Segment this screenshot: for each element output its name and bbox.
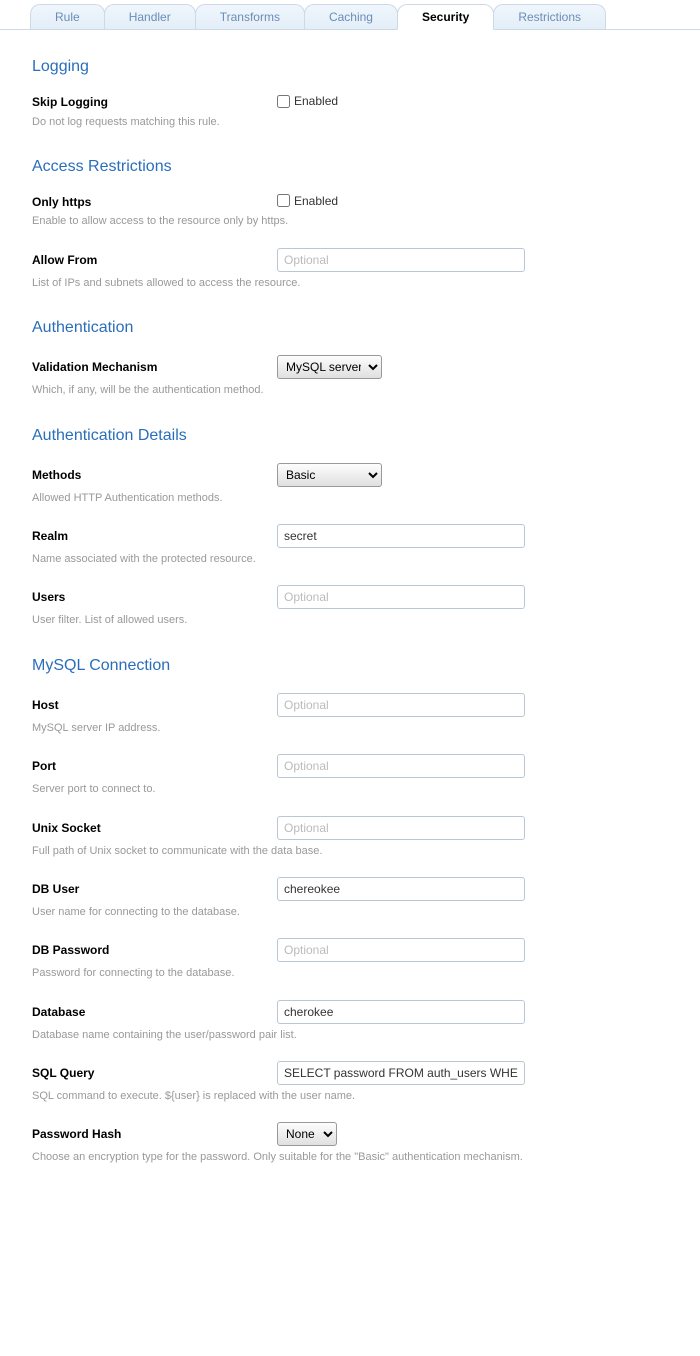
validation-desc: Which, if any, will be the authenticatio… [32,383,668,398]
password-hash-select[interactable]: None [277,1122,337,1146]
section-authentication-title: Authentication [32,319,668,337]
sql-query-label: SQL Query [32,1066,277,1080]
methods-label: Methods [32,468,277,482]
db-user-label: DB User [32,882,277,896]
db-user-input[interactable] [277,877,525,901]
section-auth-details-title: Authentication Details [32,427,668,445]
unix-socket-desc: Full path of Unix socket to communicate … [32,844,668,859]
port-label: Port [32,759,277,773]
section-access-restrictions-title: Access Restrictions [32,158,668,176]
tab-handler[interactable]: Handler [104,4,196,29]
methods-select[interactable]: Basic [277,463,382,487]
allow-from-label: Allow From [32,253,277,267]
host-desc: MySQL server IP address. [32,721,668,736]
port-input[interactable] [277,754,525,778]
realm-label: Realm [32,529,277,543]
allow-from-desc: List of IPs and subnets allowed to acces… [32,276,668,291]
host-input[interactable] [277,693,525,717]
only-https-label: Only https [32,195,277,209]
section-mysql-connection-title: MySQL Connection [32,657,668,675]
unix-socket-input[interactable] [277,816,525,840]
tab-restrictions[interactable]: Restrictions [493,4,606,29]
realm-input[interactable] [277,524,525,548]
users-label: Users [32,590,277,604]
db-user-desc: User name for connecting to the database… [32,905,668,920]
tab-rule[interactable]: Rule [30,4,105,29]
section-logging-title: Logging [32,58,668,76]
database-desc: Database name containing the user/passwo… [32,1028,668,1043]
tab-caching[interactable]: Caching [304,4,398,29]
content-panel: Logging Skip Logging Enabled Do not log … [0,30,700,1224]
sql-query-input[interactable] [277,1061,525,1085]
db-password-label: DB Password [32,943,277,957]
database-input[interactable] [277,1000,525,1024]
password-hash-desc: Choose an encryption type for the passwo… [32,1150,668,1165]
db-password-input[interactable] [277,938,525,962]
skip-logging-label: Skip Logging [32,95,277,109]
allow-from-input[interactable] [277,248,525,272]
skip-logging-checkbox[interactable] [277,95,290,108]
methods-desc: Allowed HTTP Authentication methods. [32,491,668,506]
only-https-checkbox-wrap[interactable]: Enabled [277,194,338,208]
validation-label: Validation Mechanism [32,360,277,374]
sql-query-desc: SQL command to execute. ${user} is repla… [32,1089,668,1104]
skip-logging-checkbox-wrap[interactable]: Enabled [277,94,338,108]
port-desc: Server port to connect to. [32,782,668,797]
unix-socket-label: Unix Socket [32,821,277,835]
database-label: Database [32,1005,277,1019]
skip-logging-desc: Do not log requests matching this rule. [32,115,668,130]
host-label: Host [32,698,277,712]
realm-desc: Name associated with the protected resou… [32,552,668,567]
validation-select[interactable]: MySQL server [277,355,382,379]
users-desc: User filter. List of allowed users. [32,613,668,628]
only-https-desc: Enable to allow access to the resource o… [32,214,668,229]
users-input[interactable] [277,585,525,609]
tab-bar: Rule Handler Transforms Caching Security… [0,0,700,30]
skip-logging-enabled-label: Enabled [294,94,338,108]
only-https-checkbox[interactable] [277,194,290,207]
db-password-desc: Password for connecting to the database. [32,966,668,981]
password-hash-label: Password Hash [32,1127,277,1141]
tab-transforms[interactable]: Transforms [195,4,305,29]
tab-security[interactable]: Security [397,4,494,30]
only-https-enabled-label: Enabled [294,194,338,208]
